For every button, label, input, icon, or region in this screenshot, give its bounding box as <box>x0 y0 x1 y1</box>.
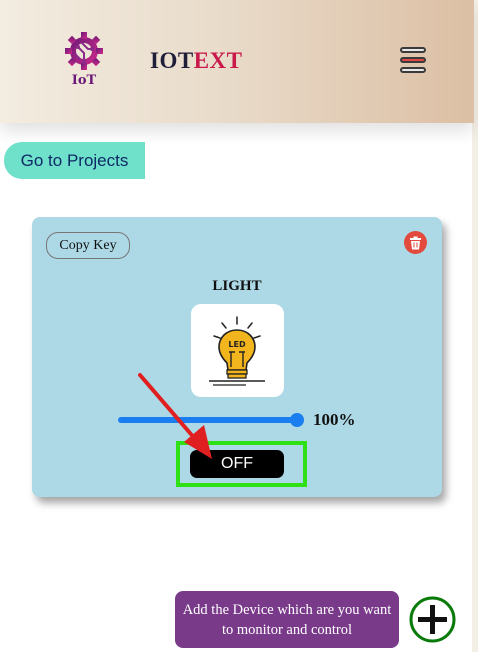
device-image: LED <box>191 304 284 397</box>
slider-thumb[interactable] <box>290 413 304 427</box>
delete-device-button[interactable] <box>404 231 427 254</box>
brand-title-part1: IOT <box>150 48 194 73</box>
power-toggle-button[interactable]: OFF <box>190 450 284 478</box>
menu-line-middle <box>400 57 426 63</box>
logo-text: IoT <box>71 73 97 88</box>
led-bulb-icon: LED <box>209 316 265 386</box>
add-device-button[interactable] <box>409 596 456 643</box>
device-title: LIGHT <box>212 278 262 294</box>
brand-title-part2: EXT <box>193 48 243 73</box>
brightness-slider[interactable] <box>118 413 304 427</box>
slider-track <box>118 417 298 423</box>
brightness-value: 100% <box>313 410 356 429</box>
trash-icon <box>410 236 421 249</box>
add-device-hint: Add the Device which are you want to mon… <box>175 591 399 648</box>
hamburger-menu-icon[interactable] <box>399 45 427 75</box>
iot-gear-circuit-icon <box>65 32 103 70</box>
plus-circle-icon <box>409 596 456 643</box>
svg-text:LED: LED <box>228 340 246 349</box>
go-to-projects-button[interactable]: Go to Projects <box>4 142 145 179</box>
menu-line-top <box>400 47 426 53</box>
menu-line-bottom <box>400 67 426 73</box>
copy-key-button[interactable]: Copy Key <box>46 232 130 259</box>
device-card: Copy Key LIGHT LED 100% OFF <box>32 217 442 497</box>
app-header: IoT IOTEXT <box>0 0 474 123</box>
brand-title: IOTEXT <box>150 48 242 74</box>
iot-logo[interactable]: IoT <box>60 30 108 92</box>
